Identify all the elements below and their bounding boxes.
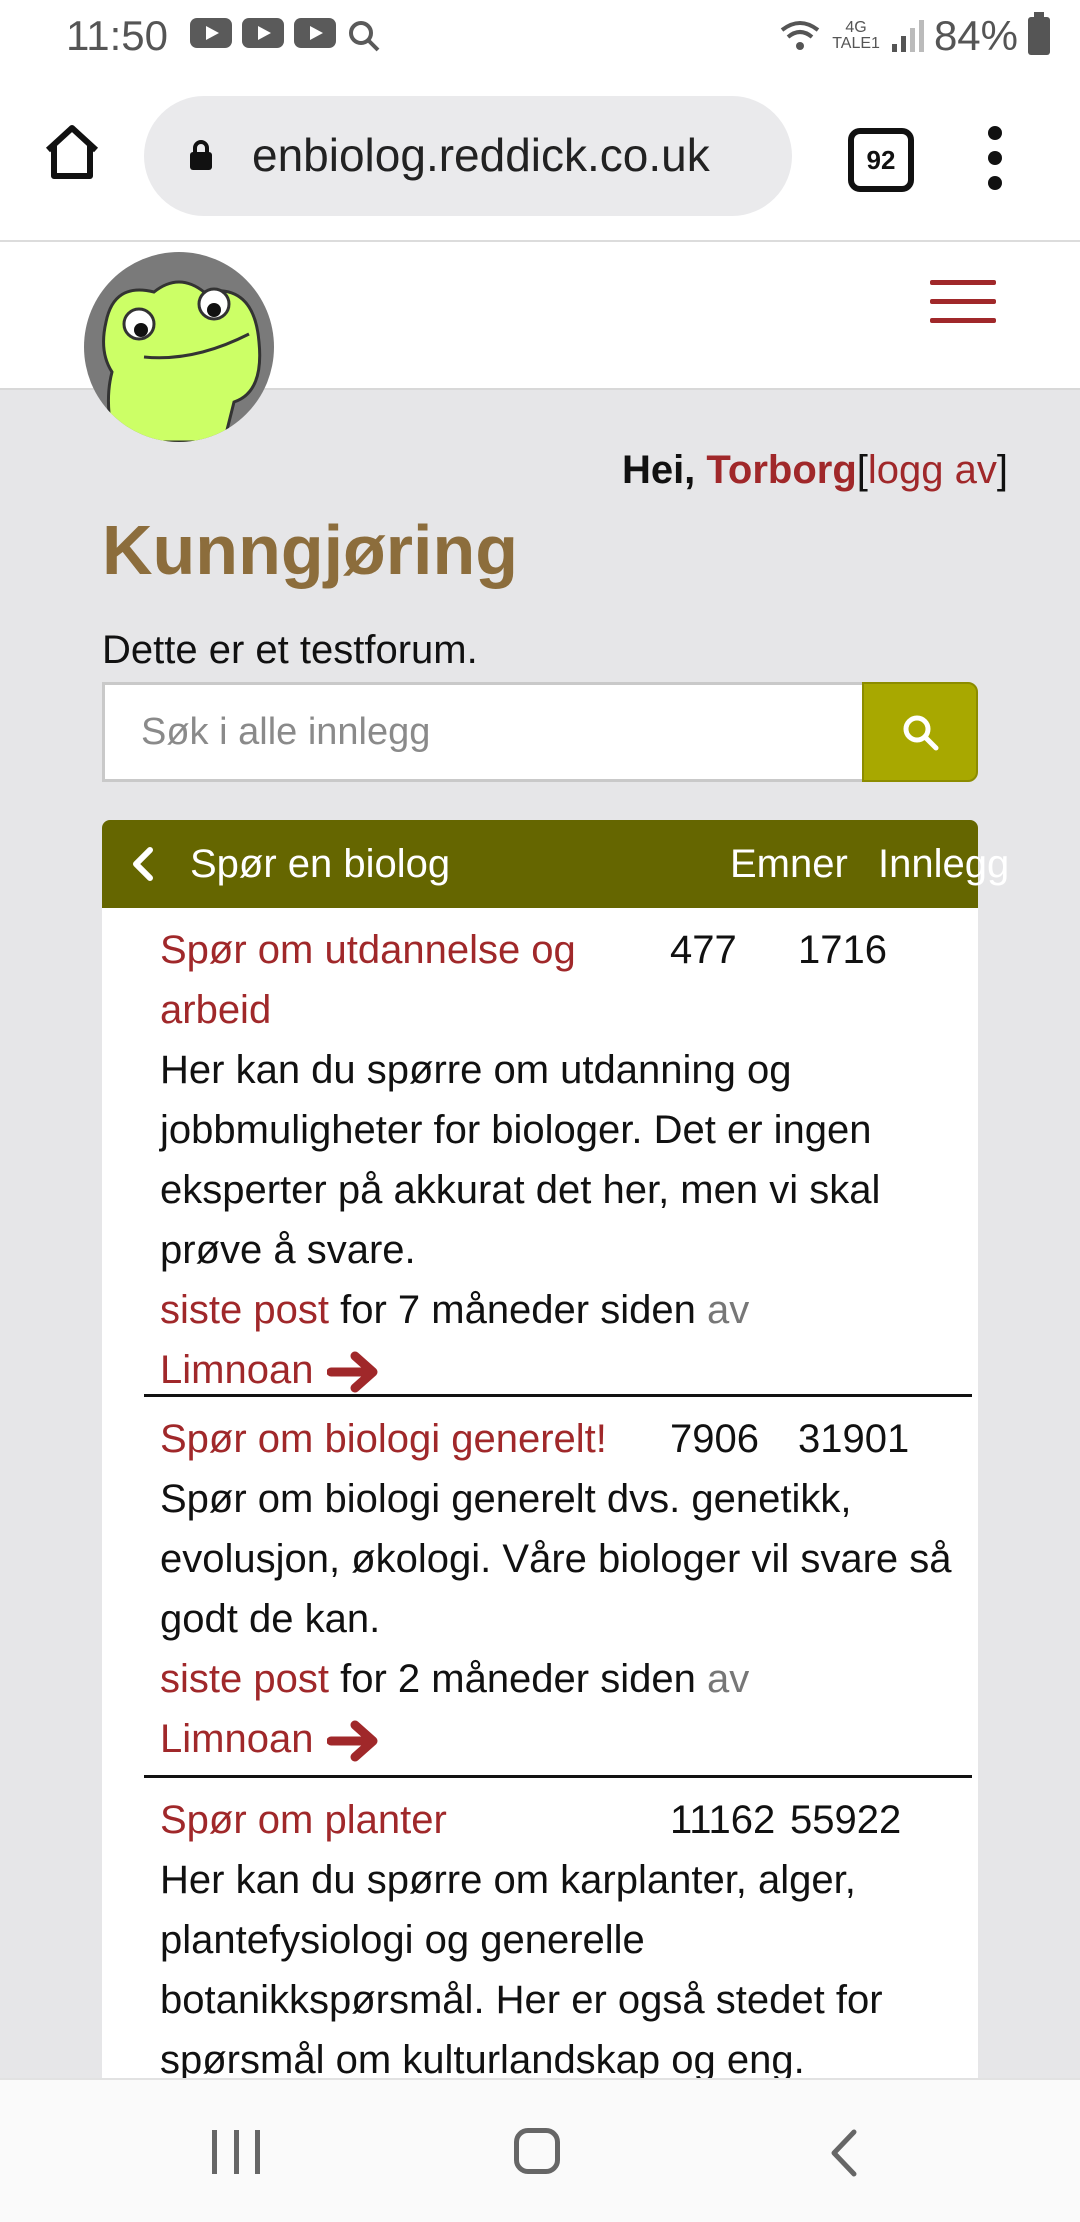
- column-posts: Innlegg: [878, 842, 1010, 886]
- last-post-time: for 2 måneder siden: [340, 1657, 696, 1701]
- author-link[interactable]: Limnoan: [160, 1717, 313, 1761]
- arrow-right-icon[interactable]: [327, 1348, 385, 1396]
- greeting-text: Hei,: [621, 448, 696, 492]
- frog-logo[interactable]: [84, 252, 274, 442]
- category-name[interactable]: Spør en biolog: [190, 842, 450, 887]
- search-icon: [903, 715, 939, 751]
- forum-description: Spør om biologi generelt dvs. genetikk, …: [160, 1477, 952, 1641]
- battery-percent: 84%: [933, 12, 1018, 59]
- status-right: 4G TALE1 84%: [778, 12, 1050, 60]
- logout-link[interactable]: logg av: [868, 448, 997, 492]
- search-input[interactable]: [102, 682, 862, 782]
- lock-icon: [190, 140, 212, 170]
- last-post-time: for 7 måneder siden: [340, 1288, 696, 1332]
- column-topics: Emner: [730, 842, 848, 886]
- search-button[interactable]: [862, 682, 978, 782]
- address-bar[interactable]: enbiolog.reddick.co.uk: [144, 96, 792, 216]
- page-description: Dette er et testforum.: [102, 628, 478, 672]
- bracket-open: [: [856, 448, 868, 492]
- battery-icon: [1028, 12, 1050, 55]
- back-nav-icon[interactable]: [820, 2126, 870, 2180]
- post-count: 31901: [798, 1417, 910, 1461]
- forum-category-header: Spør en biolog Emner Innlegg: [102, 820, 1009, 908]
- youtube-notification-icon: [294, 18, 336, 48]
- forum-description: Her kan du spørre om karplanter, alger, …: [160, 1858, 883, 2078]
- status-bar: 11:50 4G TALE1 84%: [0, 0, 1080, 76]
- user-greeting: Hei, Torborg[logg av]: [622, 448, 1008, 493]
- notification-icons: [190, 18, 382, 54]
- chevron-left-icon[interactable]: [130, 846, 156, 882]
- arrow-right-icon[interactable]: [327, 1717, 385, 1765]
- tabs-icon[interactable]: 92: [848, 128, 914, 192]
- username-link[interactable]: Torborg: [706, 448, 856, 492]
- post-count: 55922: [790, 1798, 902, 1842]
- author-link[interactable]: Limnoan: [160, 1348, 313, 1392]
- post-count: 1716: [798, 928, 887, 972]
- forum-list: Spør om utdannelse og arbeid 477 1716 He…: [102, 908, 978, 2078]
- forum-row: Spør om utdannelse og arbeid 477 1716 He…: [144, 908, 972, 1397]
- recent-apps-icon[interactable]: [212, 2130, 260, 2174]
- status-time: 11:50: [66, 12, 168, 59]
- hamburger-menu-icon[interactable]: [930, 280, 996, 324]
- last-post-info: siste post for 2 måneder siden av Limnoa…: [160, 1649, 960, 1769]
- topic-count: 477: [670, 928, 737, 972]
- topic-count: 7906: [670, 1417, 759, 1461]
- last-post-link[interactable]: siste post: [160, 1288, 329, 1332]
- url-text: enbiolog.reddick.co.uk: [252, 129, 710, 181]
- browser-toolbar: enbiolog.reddick.co.uk 92: [0, 76, 1080, 242]
- forum-title-link[interactable]: Spør om biologi generelt!: [160, 1409, 630, 1469]
- wifi-icon: [780, 21, 820, 50]
- bracket-close: ]: [996, 448, 1008, 492]
- signal-icon: [891, 20, 924, 52]
- search-notification-icon: [349, 21, 380, 52]
- home-icon[interactable]: [40, 120, 104, 184]
- last-post-info: siste post for 7 måneder siden av Limnoa…: [160, 1280, 960, 1400]
- youtube-notification-icon: [190, 18, 232, 48]
- search-form: [102, 682, 978, 782]
- forum-row: Spør om planter 11162 55922 Her kan du s…: [144, 1778, 972, 2078]
- network-type: 4G TALE1: [832, 19, 880, 52]
- more-vert-icon[interactable]: [988, 126, 1004, 190]
- forum-description: Her kan du spørre om utdanning og jobbmu…: [160, 1048, 881, 1272]
- page-title: Kunngjøring: [102, 511, 519, 589]
- forum-row: Spør om biologi generelt! 7906 31901 Spø…: [144, 1397, 972, 1778]
- home-nav-icon[interactable]: [514, 2128, 560, 2174]
- youtube-notification-icon: [242, 18, 284, 48]
- by-label: av: [706, 1288, 750, 1332]
- last-post-link[interactable]: siste post: [160, 1657, 329, 1701]
- by-label: av: [706, 1657, 750, 1701]
- topic-count: 11162: [670, 1798, 776, 1842]
- forum-title-link[interactable]: Spør om planter: [160, 1790, 630, 1850]
- forum-title-link[interactable]: Spør om utdannelse og arbeid: [160, 920, 630, 1040]
- system-navigation-bar: [0, 2078, 1080, 2222]
